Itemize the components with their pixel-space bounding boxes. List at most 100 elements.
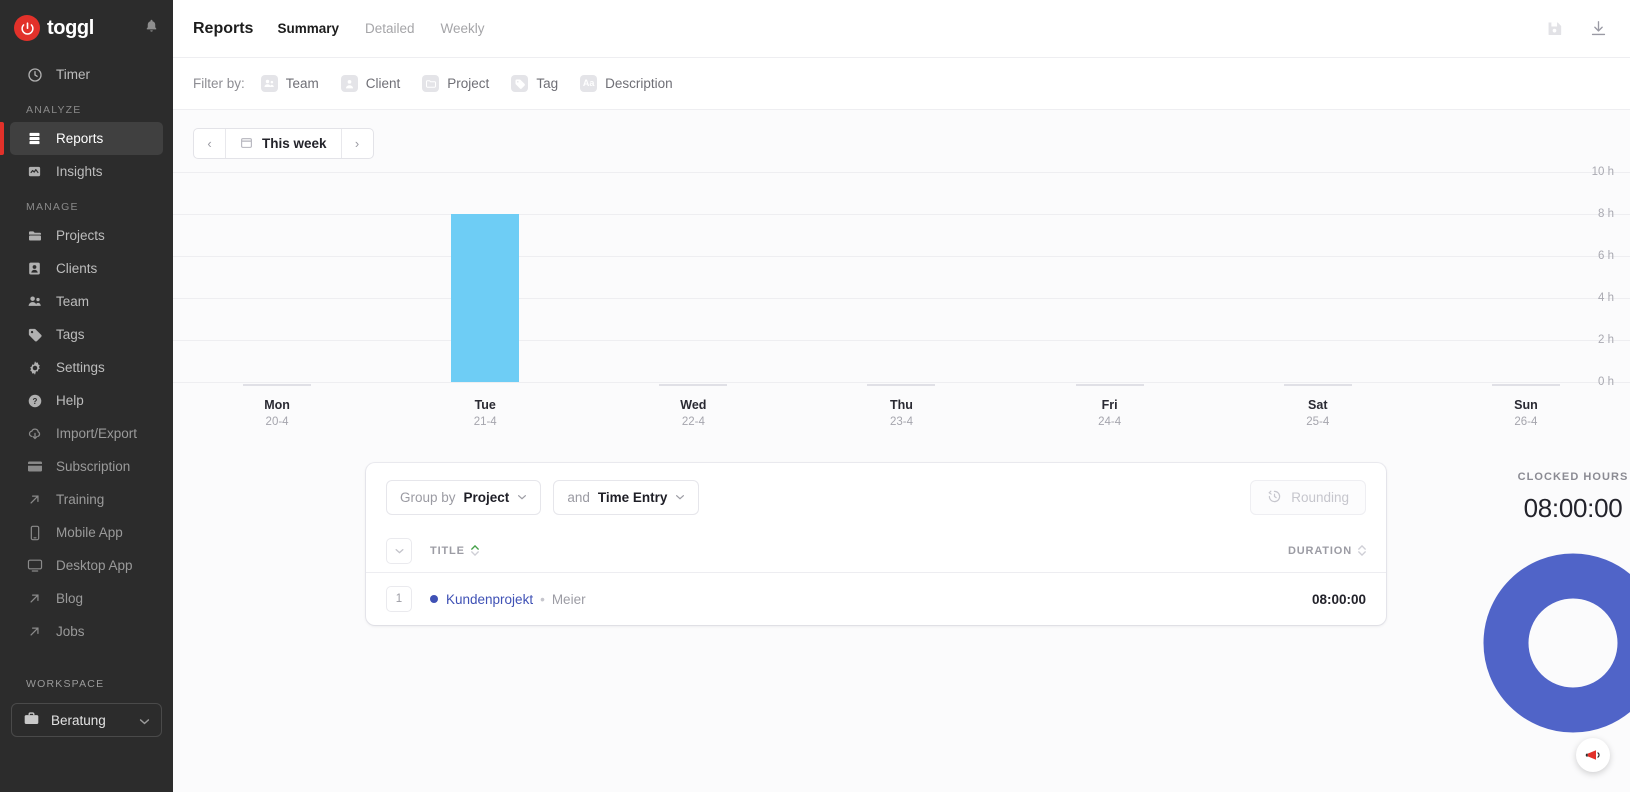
prev-period-button[interactable]: ‹ [194,129,225,158]
briefcase-icon [23,711,40,729]
filter-tag[interactable]: Tag [511,75,558,92]
table-row[interactable]: 1 Kundenprojekt • Meier 08:00:00 [366,573,1386,625]
gear-icon [26,359,43,376]
filter-description[interactable]: Aa Description [580,75,673,92]
sidebar-item-training[interactable]: Training [10,483,163,516]
expand-all-button[interactable] [386,537,412,564]
tab-detailed[interactable]: Detailed [365,21,415,36]
filter-project[interactable]: Project [422,75,489,92]
chart-bar-column[interactable] [797,172,1005,382]
x-axis-tick [867,384,936,386]
tab-summary[interactable]: Summary [277,21,339,36]
project-name[interactable]: Kundenprojekt [446,592,533,607]
chart-bar[interactable] [451,214,520,382]
report-icon [26,130,43,147]
chart-bar-column[interactable] [589,172,797,382]
sidebar-item-subscription[interactable]: Subscription [10,450,163,483]
page-title: Reports [193,19,254,37]
sidebar-item-insights[interactable]: Insights [10,155,163,188]
tab-weekly[interactable]: Weekly [441,21,485,36]
chart-bars [173,172,1630,382]
sidebar-item-tags[interactable]: Tags [10,318,163,351]
x-axis-day-name: Tue [474,398,496,412]
project-color-dot [430,595,438,603]
x-axis-day: Wed 22-4 [589,384,797,431]
person-icon [340,75,358,92]
clocked-hours-value: 08:00:00 [1523,493,1623,523]
filter-client[interactable]: Client [340,75,401,92]
x-axis-day: Sun 26-4 [1422,384,1630,431]
x-axis-day-date: 26-4 [1514,416,1538,428]
filter-label-text: Client [365,76,401,91]
sidebar-item-settings[interactable]: Settings [10,351,163,384]
sidebar-item-label: Clients [56,261,98,276]
group-by-selector[interactable]: Group by Project [386,480,542,515]
chevron-down-icon [675,492,685,503]
date-range-value-button[interactable]: This week [225,129,342,158]
chart-bar-column[interactable] [173,172,381,382]
sidebar-item-label: Subscription [56,459,131,474]
rounding-button[interactable]: Rounding [1250,480,1366,515]
separator-dot: • [540,591,545,607]
filter-team[interactable]: Team [260,75,319,92]
cloud-download-icon [26,425,43,442]
sidebar-item-timer[interactable]: Timer [10,58,163,91]
folder-icon [26,227,43,244]
sidebar-item-projects[interactable]: Projects [10,219,163,252]
toggl-power-icon [14,15,40,41]
floppy-disk-icon[interactable] [1546,20,1563,37]
svg-text:?: ? [32,396,37,405]
chart-bar-column[interactable] [1006,172,1214,382]
x-axis-tick [451,384,519,386]
chart-bar-column[interactable] [1422,172,1630,382]
next-period-button[interactable]: › [342,129,373,158]
time-chart: 10 h8 h6 h4 h2 h0 h Mon 20-4 Tue 21-4 Wed 22-… [173,166,1630,454]
sidebar-item-team[interactable]: Team [10,285,163,318]
tag-icon [26,326,43,343]
sidebar-item-label: Projects [56,228,105,243]
column-header-title[interactable]: TITLE [430,545,479,557]
x-axis-tick [1491,384,1560,386]
column-label: TITLE [430,544,465,557]
people-icon [26,293,43,310]
x-axis-day-date: 24-4 [1098,416,1122,428]
brand-logo[interactable]: toggl [14,15,94,41]
sidebar-item-import-export[interactable]: Import/Export [10,417,163,450]
date-range-row: ‹ This week › [173,110,1630,172]
bell-icon[interactable] [144,18,159,39]
group-by-value: Project [463,490,510,505]
row-index: 1 [386,586,412,612]
lower-area: Group by Project and Time Entry Rounding… [173,454,1630,792]
donut-chart [1413,553,1630,733]
external-link-icon [26,590,43,607]
app-root: toggl Timer ANALYZE Reports Insights MAN… [0,0,1630,792]
sidebar-section-workspace: WORKSPACE [26,678,105,690]
chart-bar-column[interactable] [1214,172,1422,382]
sidebar-section-manage: MANAGE [26,201,79,213]
feedback-button[interactable] [1576,738,1610,772]
sidebar-item-jobs[interactable]: Jobs [10,615,163,648]
sidebar-item-reports[interactable]: Reports [0,122,163,155]
column-label: DURATION [1287,544,1352,557]
workspace-selector[interactable]: Beratung [11,703,162,737]
column-header-duration[interactable]: DURATION [1288,545,1366,557]
topbar-actions [1546,19,1608,38]
person-icon [26,260,43,277]
sub-group-by-selector[interactable]: and Time Entry [553,480,700,515]
sidebar-item-blog[interactable]: Blog [10,582,163,615]
date-range-value: This week [262,136,327,151]
sidebar-item-label: Team [56,294,90,309]
clocked-hours-label: CLOCKED HOURS [1517,471,1629,483]
x-axis-tick [243,384,312,386]
sort-title-icon[interactable] [470,545,479,556]
x-axis-day-date: 22-4 [681,416,705,428]
sidebar-item-desktop-app[interactable]: Desktop App [10,549,163,582]
sidebar-item-mobile-app[interactable]: Mobile App [10,516,163,549]
sidebar-item-help[interactable]: ? Help [10,384,163,417]
sidebar-item-clients[interactable]: Clients [10,252,163,285]
chart-bar-column[interactable] [381,172,589,382]
download-icon[interactable] [1589,19,1608,38]
filter-label-text: Team [285,76,319,91]
panel-controls: Group by Project and Time Entry Rounding [366,463,1386,529]
sort-duration-icon[interactable] [1358,545,1366,556]
